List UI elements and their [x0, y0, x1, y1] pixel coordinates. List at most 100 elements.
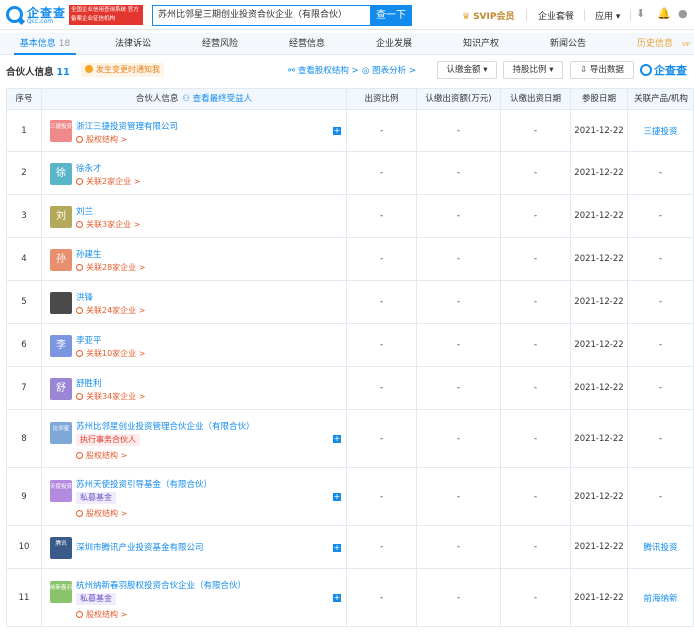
tab-basic-info[interactable]: 基本信息 18: [14, 33, 76, 55]
row-no: 10: [7, 526, 42, 568]
avatar[interactable]: 三捷投资: [50, 120, 72, 142]
nav-apps-label: 应用: [595, 12, 614, 22]
section-header: 合伙人信息 11 发生变更时通知我 ⚯ 查看股权结构 > ◎ 图表分析 > 认缴金…: [0, 59, 694, 83]
related-link[interactable]: 关联24家企业 >: [76, 305, 145, 316]
product-cell[interactable]: 三捷投资: [628, 110, 694, 151]
tab-legal[interactable]: 法律诉讼: [108, 33, 158, 55]
related-link[interactable]: 关联28家企业 >: [76, 262, 145, 273]
related-link-label: 股权结构 >: [86, 610, 128, 619]
ratio-cell: -: [347, 367, 417, 409]
qcc-logo[interactable]: 企查查 Qcc.com: [6, 4, 68, 26]
tab-label: 历史信息: [636, 39, 673, 49]
expand-icon[interactable]: +: [333, 543, 341, 552]
avatar[interactable]: [50, 291, 72, 314]
related-link[interactable]: 股权结构 >: [76, 134, 127, 145]
svip-link[interactable]: ♛ SVIP会员: [462, 9, 514, 22]
nav-apps[interactable]: 应用 ▾: [595, 9, 620, 22]
tab-development[interactable]: 企业发展: [369, 33, 419, 55]
sub-date-cell: -: [501, 152, 571, 194]
expand-icon[interactable]: +: [333, 594, 341, 602]
expand-icon[interactable]: +: [333, 493, 341, 501]
avatar[interactable]: 纳新春羽: [50, 581, 72, 603]
person-icon: [76, 221, 83, 228]
avatar[interactable]: 腾讯: [50, 536, 72, 559]
sub-date-cell: -: [501, 324, 571, 366]
table-row: 5 洪锋 关联24家企业 > - - -2021-12-22-: [6, 281, 694, 324]
tab-ip[interactable]: 知识产权: [456, 33, 506, 55]
crown-icon: ♛: [462, 12, 471, 22]
sub-date-cell: -: [501, 238, 571, 280]
chart-analysis-label: 图表分析: [372, 66, 407, 76]
partner-name-link[interactable]: 洪锋: [76, 291, 93, 303]
product-cell: -: [628, 195, 694, 237]
related-link[interactable]: 股权结构 >: [76, 450, 127, 461]
related-link[interactable]: 股权结构 >: [76, 508, 127, 519]
partners-table: 序号 合伙人信息 ⚇ 查看最终受益人 出资比例 认缴出资额(万元) 认缴出资日期 …: [6, 88, 694, 627]
export-label: 导出数据: [589, 65, 624, 75]
col-product: 关联产品/机构: [634, 94, 688, 104]
share-ratio-dropdown[interactable]: 持股比例 ▾: [503, 61, 563, 79]
tab-risk[interactable]: 经营风险: [195, 33, 245, 55]
avatar[interactable]: 舒: [50, 377, 72, 400]
partner-name-link[interactable]: 杭州纳新春羽股权投资合伙企业（有限合伙）: [76, 579, 246, 591]
product-cell[interactable]: 前海纳新: [628, 569, 694, 626]
qcc-brand-logo: 企查查: [640, 62, 687, 78]
avatar[interactable]: 孙: [50, 248, 72, 271]
partner-name-link[interactable]: 舒胜利: [76, 377, 102, 389]
person-icon: [76, 611, 83, 618]
avatar[interactable]: 天使投资: [50, 480, 72, 502]
related-link-label: 股权结构 >: [86, 451, 128, 460]
partner-name-link[interactable]: 李亚平: [76, 334, 102, 346]
equity-structure-link[interactable]: ⚯ 查看股权结构 >: [288, 64, 359, 76]
partner-name-link[interactable]: 苏州天使投资引导基金（有限合伙）: [76, 478, 212, 490]
ratio-cell: -: [347, 281, 417, 323]
sub-date-cell: -: [501, 281, 571, 323]
related-link[interactable]: 关联3家企业 >: [76, 219, 140, 230]
beneficiary-link[interactable]: ⚇ 查看最终受益人: [182, 94, 252, 104]
join-date-cell: 2021-12-22: [571, 152, 628, 194]
related-link-label: 关联24家企业 >: [86, 306, 146, 315]
expand-icon[interactable]: +: [333, 127, 341, 135]
related-link[interactable]: 关联10家企业 >: [76, 348, 145, 359]
avatar[interactable]: 李: [50, 334, 72, 357]
person-icon: [76, 510, 83, 517]
related-link[interactable]: 股权结构 >: [76, 609, 127, 620]
partner-name-link[interactable]: 浙江三捷投资管理有限公司: [76, 120, 178, 132]
person-icon: [76, 178, 83, 185]
partner-name-link[interactable]: 深圳市腾讯产业投资基金有限公司: [76, 541, 204, 553]
tab-count: 18: [58, 39, 71, 49]
change-notify-button[interactable]: 发生变更时通知我: [81, 63, 164, 77]
export-button[interactable]: ⇩ 导出数据: [570, 61, 634, 79]
subscribed-amount-dropdown[interactable]: 认缴金额 ▾: [437, 61, 497, 79]
download-icon[interactable]: ⬇: [636, 7, 645, 20]
partner-name-link[interactable]: 孙建生: [76, 248, 102, 260]
magnifier-logo-icon: [640, 64, 652, 76]
top-bar: 企查查 Qcc.com 全国企业信用查询系统 官方备案企业征信机构 苏州比邻星三…: [0, 0, 694, 30]
avatar[interactable]: 徐: [50, 162, 72, 185]
avatar[interactable]: 比邻星: [50, 422, 72, 444]
tab-history[interactable]: 历史信息 VIP: [630, 33, 690, 55]
search-button[interactable]: 查一下: [370, 5, 412, 26]
person-icon: [76, 136, 83, 143]
avatar[interactable]: 刘: [50, 205, 72, 228]
partner-name-link[interactable]: 苏州比邻星创业投资管理合伙企业（有限合伙）: [76, 420, 255, 432]
tab-operation[interactable]: 经营信息: [282, 33, 332, 55]
product-cell[interactable]: 腾讯投资: [628, 526, 694, 568]
partner-name-link[interactable]: 徐永才: [76, 162, 102, 174]
product-cell: -: [628, 238, 694, 280]
nav-package[interactable]: 企业套餐: [538, 9, 574, 22]
related-link[interactable]: 关联2家企业 >: [76, 176, 140, 187]
partner-name-link[interactable]: 刘兰: [76, 205, 93, 217]
related-link[interactable]: 关联34家企业 >: [76, 391, 145, 402]
user-icon[interactable]: ●: [678, 7, 688, 20]
expand-icon[interactable]: +: [333, 435, 341, 443]
equity-structure-label: 查看股权结构: [297, 66, 349, 76]
search-input[interactable]: 苏州比邻星三期创业投资合伙企业（有限合伙）: [152, 5, 370, 26]
bell-icon[interactable]: 🔔: [657, 7, 671, 20]
tab-news[interactable]: 新闻公告: [543, 33, 593, 55]
ratio-cell: -: [347, 526, 417, 568]
table-row: 11 纳新春羽 杭州纳新春羽股权投资合伙企业（有限合伙） 私募基金 股权结构 > + - - -…: [6, 569, 694, 627]
row-no: 3: [7, 195, 42, 237]
magnifier-logo-icon: [6, 6, 23, 23]
chart-analysis-link[interactable]: ◎ 图表分析 >: [362, 64, 416, 76]
